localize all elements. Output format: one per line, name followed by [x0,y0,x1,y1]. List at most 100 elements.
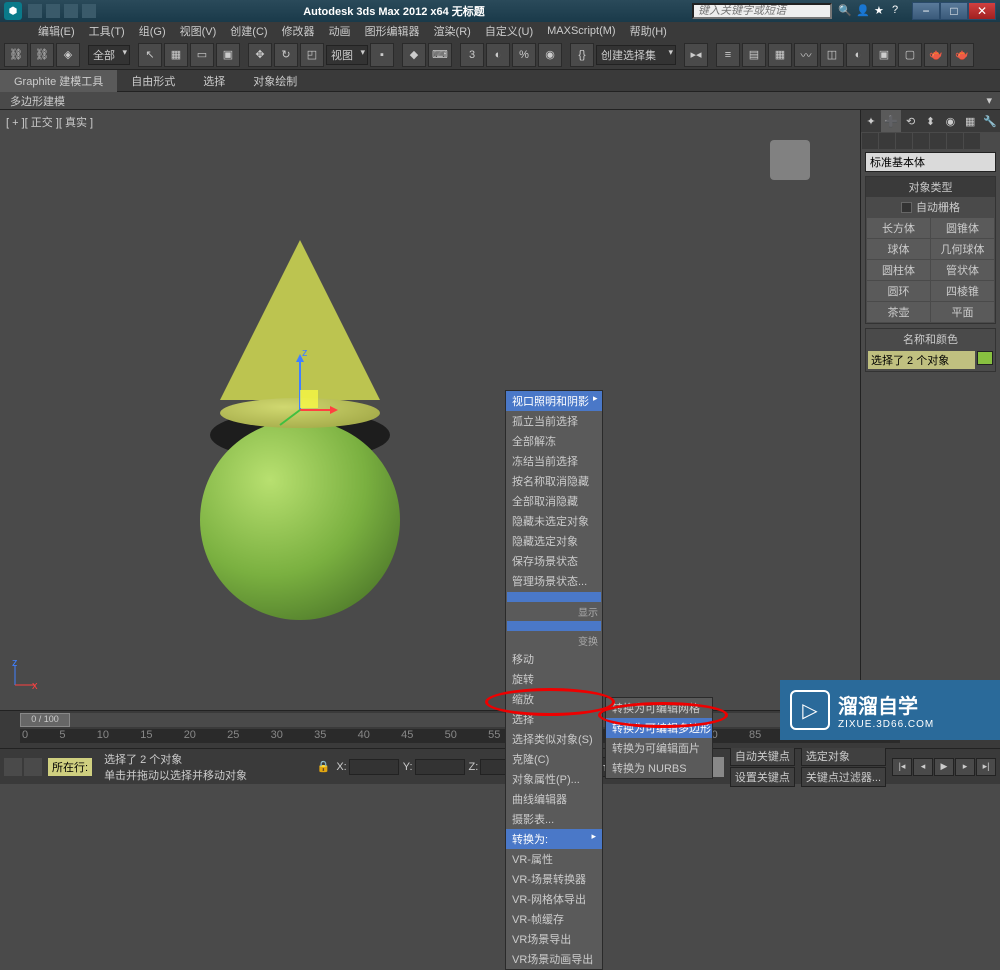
select-name-icon[interactable]: ▦ [164,43,188,67]
menu-动画[interactable]: 动画 [323,22,357,40]
ctx-item[interactable]: 冻结当前选择 [506,451,602,471]
sub-lights-icon[interactable] [896,133,912,149]
panel-modify-icon[interactable]: ⟲ [901,110,921,132]
align-icon[interactable]: ≡ [716,43,740,67]
menu-帮助(H)[interactable]: 帮助(H) [624,22,673,40]
ctx-item[interactable]: 移动 [506,649,602,669]
mirror-icon[interactable]: ▸◂ [684,43,708,67]
ctx-item[interactable]: 曲线编辑器 [506,789,602,809]
snap-3-icon[interactable]: 3 [460,43,484,67]
rect-select-icon[interactable]: ▭ [190,43,214,67]
ctx-item[interactable]: 孤立当前选择 [506,411,602,431]
coord-input[interactable] [415,759,465,775]
autokey-button[interactable]: 自动关键点 [730,746,795,766]
keyfilter-button[interactable]: 关键点过滤器... [801,767,886,787]
ctx-item[interactable]: 按名称取消隐藏 [506,471,602,491]
primitive-button[interactable]: 几何球体 [931,239,994,259]
help-icon[interactable]: ? [892,4,906,18]
menu-视图(V)[interactable]: 视图(V) [174,22,223,40]
ribbon-tab[interactable]: 对象绘制 [239,70,311,92]
frame-buffer-icon[interactable]: ▢ [898,43,922,67]
unlink-icon[interactable]: ⛓ [30,43,54,67]
play-icon[interactable]: ▶ [934,758,954,776]
minimize-button[interactable]: − [912,2,940,20]
namecolor-rollout-header[interactable]: 名称和颜色 [866,329,995,349]
menu-工具(T)[interactable]: 工具(T) [83,22,131,40]
ctx-sub-item[interactable]: 转换为 NURBS [606,758,712,778]
manip-icon[interactable]: ◆ [402,43,426,67]
next-frame-icon[interactable]: ▸ [955,758,975,776]
spinner-snap-icon[interactable]: ◉ [538,43,562,67]
render-setup-icon[interactable]: ▣ [872,43,896,67]
primitive-button[interactable]: 四棱锥 [931,281,994,301]
ctx-item[interactable]: 摄影表... [506,809,602,829]
maximize-button[interactable]: □ [940,2,968,20]
signin-icon[interactable]: 👤 [856,4,870,18]
ctx-item[interactable]: 隐藏选定对象 [506,531,602,551]
object-name-input[interactable]: 选择了 2 个对象 [868,351,975,369]
panel-motion-icon[interactable]: ◉ [940,110,960,132]
timeline-ruler[interactable]: 0510152025303540455055606570758085909510… [20,729,900,743]
render-icon[interactable]: 🫖 [924,43,948,67]
explorer-icon[interactable]: ▦ [768,43,792,67]
ctx-item[interactable]: 视口照明和阴影 [506,391,602,411]
named-selection-dropdown[interactable]: 创建选择集 [596,45,676,65]
sub-helpers-icon[interactable] [930,133,946,149]
ctx-sub-item[interactable]: 转换为可编辑面片 [606,738,712,758]
help-search-input[interactable] [692,3,832,19]
sub-cameras-icon[interactable] [913,133,929,149]
sub-spacewarps-icon[interactable] [947,133,963,149]
ribbon-tab[interactable]: 选择 [189,70,239,92]
menu-MAXScript(M)[interactable]: MAXScript(M) [541,24,621,38]
app-logo[interactable]: ⬢ [4,2,22,20]
setkey-button[interactable]: 设置关键点 [730,767,795,787]
ctx-item[interactable]: VR-网格体导出 [506,889,602,909]
window-cross-icon[interactable]: ▣ [216,43,240,67]
primitive-button[interactable]: 圆锥体 [931,218,994,238]
sub-geometry-icon[interactable] [862,133,878,149]
ctx-sub-item[interactable]: 转换为可编辑多边形 [606,718,712,738]
ctx-item[interactable]: 对象属性(P)... [506,769,602,789]
ctx-item[interactable]: VR-场景转换器 [506,869,602,889]
panel-util-icon[interactable]: 🔧 [980,110,1000,132]
ctx-item[interactable]: 选择类似对象(S) [506,729,602,749]
menu-图形编辑器[interactable]: 图形编辑器 [359,22,426,40]
menu-修改器[interactable]: 修改器 [276,22,321,40]
viewport-label[interactable]: [ + ][ 正交 ][ 真实 ] [6,114,93,130]
panel-hierarchy-icon[interactable]: ⬍ [921,110,941,132]
ctx-item[interactable]: 全部解冻 [506,431,602,451]
category-dropdown[interactable]: 标准基本体 [865,152,996,172]
panel-display-icon[interactable]: ▦ [960,110,980,132]
tb-save-icon[interactable] [46,4,60,18]
menu-创建(C)[interactable]: 创建(C) [224,22,273,40]
angle-snap-icon[interactable]: ◐ [486,43,510,67]
script-ed-icon[interactable] [24,758,42,776]
ctx-item[interactable]: 隐藏未选定对象 [506,511,602,531]
lock-icon[interactable]: 🔒 [317,760,331,773]
primitive-button[interactable]: 圆环 [867,281,930,301]
ctx-item[interactable]: 管理场景状态... [506,571,602,591]
color-swatch[interactable] [977,351,993,365]
ctx-item[interactable]: 旋转 [506,669,602,689]
schematic-icon[interactable]: ◫ [820,43,844,67]
goto-start-icon[interactable]: |◂ [892,758,912,776]
primitive-button[interactable]: 长方体 [867,218,930,238]
ribbon-tab[interactable]: 自由形式 [117,70,189,92]
rotate-icon[interactable]: ↻ [274,43,298,67]
link-icon[interactable]: ⛓ [4,43,28,67]
bind-icon[interactable]: ◈ [56,43,80,67]
quick-render-icon[interactable]: 🫖 [950,43,974,67]
ctx-item[interactable]: VR-帧缓存 [506,909,602,929]
sub-systems-icon[interactable] [964,133,980,149]
coord-input[interactable] [349,759,399,775]
percent-snap-icon[interactable]: % [512,43,536,67]
panel-create-icon[interactable]: ➕ [881,110,901,132]
ctx-item[interactable]: 选择 [506,709,602,729]
ctx-item[interactable]: VR场景导出 [506,929,602,949]
menu-编辑(E)[interactable]: 编辑(E) [32,22,81,40]
tb-redo-icon[interactable] [82,4,96,18]
script-mini-icon[interactable] [4,758,22,776]
selset-dropdown[interactable]: 选定对象 [801,746,886,766]
material-icon[interactable]: ◐ [846,43,870,67]
menu-组(G)[interactable]: 组(G) [133,22,172,40]
